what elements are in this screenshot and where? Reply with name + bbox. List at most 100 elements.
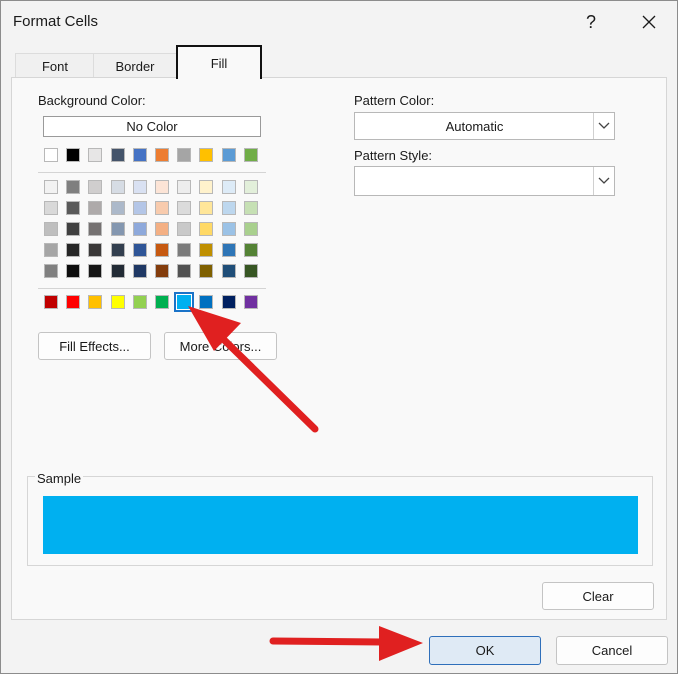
color-swatch[interactable] — [66, 201, 80, 215]
color-swatch[interactable] — [174, 292, 194, 312]
color-swatch[interactable] — [133, 201, 147, 215]
ok-label: OK — [475, 643, 495, 658]
background-color-label: Background Color: — [38, 93, 146, 108]
pattern-style-label: Pattern Style: — [354, 148, 433, 163]
color-swatch[interactable] — [66, 264, 80, 278]
color-swatch[interactable] — [244, 201, 258, 215]
tab-fill-label: Fill — [210, 55, 228, 71]
color-swatch[interactable] — [244, 243, 258, 257]
color-swatch[interactable] — [111, 243, 125, 257]
color-swatch[interactable] — [44, 201, 58, 215]
color-swatch[interactable] — [244, 222, 258, 236]
color-swatch[interactable] — [111, 222, 125, 236]
cancel-button[interactable]: Cancel — [556, 636, 668, 665]
color-swatch[interactable] — [199, 148, 213, 162]
color-swatch[interactable] — [199, 295, 213, 309]
pattern-style-dropdown[interactable] — [354, 166, 615, 196]
fill-effects-button[interactable]: Fill Effects... — [38, 332, 151, 360]
color-swatch[interactable] — [88, 264, 102, 278]
color-swatch[interactable] — [177, 264, 191, 278]
color-swatch[interactable] — [222, 148, 236, 162]
color-swatch[interactable] — [44, 264, 58, 278]
close-button[interactable] — [629, 7, 669, 37]
palette-divider — [38, 288, 266, 289]
clear-button[interactable]: Clear — [542, 582, 654, 610]
color-swatch[interactable] — [133, 180, 147, 194]
color-swatch[interactable] — [66, 222, 80, 236]
color-swatch[interactable] — [177, 201, 191, 215]
tab-font[interactable]: Font — [15, 53, 95, 78]
color-swatch[interactable] — [44, 243, 58, 257]
color-swatch[interactable] — [66, 148, 80, 162]
no-color-label: No Color — [126, 119, 178, 134]
color-swatch[interactable] — [244, 295, 258, 309]
color-swatch[interactable] — [88, 295, 102, 309]
color-swatch[interactable] — [155, 180, 169, 194]
color-swatch[interactable] — [133, 222, 147, 236]
color-swatch[interactable] — [111, 148, 125, 162]
pattern-color-dropdown[interactable]: Automatic — [354, 112, 615, 140]
more-colors-button[interactable]: More Colors... — [164, 332, 277, 360]
color-swatch[interactable] — [44, 180, 58, 194]
color-swatch[interactable] — [88, 222, 102, 236]
tab-fill[interactable]: Fill — [176, 45, 262, 79]
color-swatch[interactable] — [44, 295, 58, 309]
color-swatch[interactable] — [244, 148, 258, 162]
color-swatch[interactable] — [111, 295, 125, 309]
clear-label: Clear — [582, 588, 614, 604]
color-swatch[interactable] — [111, 201, 125, 215]
dialog-title: Format Cells — [13, 13, 99, 30]
tab-border[interactable]: Border — [93, 53, 177, 78]
tab-font-label: Font — [41, 58, 68, 74]
ok-button[interactable]: OK — [429, 636, 541, 665]
color-swatch[interactable] — [111, 264, 125, 278]
color-swatch[interactable] — [111, 180, 125, 194]
color-swatch[interactable] — [177, 243, 191, 257]
color-swatch[interactable] — [155, 222, 169, 236]
color-swatch[interactable] — [88, 243, 102, 257]
sample-label: Sample — [35, 471, 84, 486]
color-swatch[interactable] — [66, 295, 80, 309]
no-color-button[interactable]: No Color — [43, 116, 261, 137]
color-swatch[interactable] — [177, 148, 191, 162]
color-swatch[interactable] — [177, 180, 191, 194]
color-swatch[interactable] — [44, 222, 58, 236]
color-swatch[interactable] — [133, 295, 147, 309]
color-swatch[interactable] — [44, 148, 58, 162]
color-swatch[interactable] — [66, 243, 80, 257]
color-swatch[interactable] — [177, 222, 191, 236]
chevron-down-icon[interactable] — [593, 113, 614, 139]
chevron-down-icon[interactable] — [593, 167, 614, 195]
tab-strip: Font Border Fill — [11, 45, 667, 79]
color-swatch[interactable] — [199, 222, 213, 236]
color-swatch[interactable] — [222, 243, 236, 257]
help-button[interactable]: ? — [571, 7, 611, 37]
color-swatch[interactable] — [199, 201, 213, 215]
palette-divider — [38, 172, 266, 173]
color-swatch[interactable] — [199, 243, 213, 257]
color-swatch[interactable] — [199, 180, 213, 194]
color-swatch[interactable] — [133, 264, 147, 278]
pattern-style-value — [355, 167, 594, 195]
color-swatch[interactable] — [88, 201, 102, 215]
color-swatch[interactable] — [244, 180, 258, 194]
color-swatch[interactable] — [199, 264, 213, 278]
color-swatch[interactable] — [133, 148, 147, 162]
color-swatch[interactable] — [66, 180, 80, 194]
color-swatch[interactable] — [244, 264, 258, 278]
color-swatch[interactable] — [88, 180, 102, 194]
color-swatch[interactable] — [155, 201, 169, 215]
color-swatch[interactable] — [133, 243, 147, 257]
color-swatch[interactable] — [222, 264, 236, 278]
color-swatch[interactable] — [222, 295, 236, 309]
color-swatch[interactable] — [155, 295, 169, 309]
color-swatch[interactable] — [222, 201, 236, 215]
color-swatch[interactable] — [88, 148, 102, 162]
color-swatch[interactable] — [155, 264, 169, 278]
color-swatch[interactable] — [222, 222, 236, 236]
pattern-color-label: Pattern Color: — [354, 93, 435, 108]
color-swatch[interactable] — [155, 148, 169, 162]
color-swatch[interactable] — [222, 180, 236, 194]
color-swatch[interactable] — [155, 243, 169, 257]
sample-preview — [43, 496, 638, 554]
